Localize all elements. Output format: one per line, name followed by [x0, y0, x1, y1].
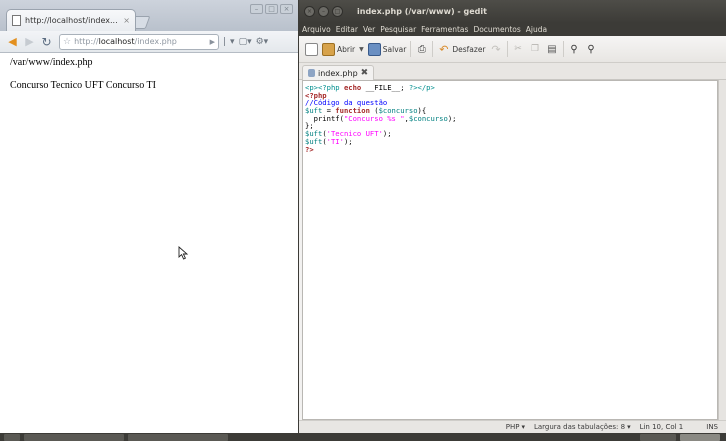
- menu-ver[interactable]: Ver: [363, 25, 375, 34]
- find-replace-icon: ⚲: [587, 43, 595, 55]
- code-line-7: $uft('Tecnico UFT');: [305, 129, 392, 139]
- maximize-icon[interactable]: □: [265, 4, 278, 14]
- status-bar: PHP ▾ Largura das tabulações: 8 ▾ Lin 10, …: [299, 420, 726, 433]
- close-icon[interactable]: ×: [280, 4, 293, 14]
- scissors-icon: ✂: [514, 44, 522, 54]
- page-menu-icon[interactable]: ▢▾: [239, 37, 252, 47]
- taskbar-button[interactable]: [128, 434, 228, 441]
- chevron-down-icon: ▾: [627, 423, 631, 431]
- print-button[interactable]: ⎙: [415, 43, 428, 56]
- output-text: Concurso Tecnico UFT Concurso TI: [10, 80, 156, 91]
- gedit-window: × – □ index.php (/var/www) - gedit Arqui…: [299, 0, 726, 433]
- close-icon[interactable]: ×: [304, 6, 315, 17]
- gedit-toolbar: Abrir ▼ Salvar ⎙ ↶ Desfazer ↷ ✂ ❐ ▤ ⚲ ⚲: [299, 36, 726, 63]
- menu-pesquisar[interactable]: Pesquisar: [380, 25, 416, 34]
- tab-close-icon[interactable]: ×: [123, 16, 130, 25]
- copy-button[interactable]: ❐: [529, 43, 542, 56]
- bottom-panel: [0, 433, 726, 441]
- forward-arrow-icon[interactable]: ▶: [23, 35, 36, 49]
- dropdown-chevron-icon[interactable]: ▾: [230, 37, 235, 47]
- taskbar-button[interactable]: [640, 434, 676, 441]
- document-tab-bar: index.php ✖: [299, 63, 726, 80]
- insert-mode: INS: [706, 423, 718, 431]
- taskbar-button[interactable]: [4, 434, 20, 441]
- language-selector[interactable]: PHP ▾: [506, 423, 525, 431]
- new-button[interactable]: [305, 42, 318, 56]
- code-editor[interactable]: <p><?php echo __FILE__; ?></p> <?php//Cód…: [302, 80, 718, 420]
- browser-toolbar: ◀ ▶ ↻ ☆ http://localhost/index.php ▶ | ▾…: [0, 31, 298, 53]
- code-line-5: printf("Concurso %s ",$concurso);: [305, 113, 457, 123]
- find-button[interactable]: ⚲: [568, 43, 581, 56]
- search-icon: ⚲: [570, 43, 578, 55]
- menu-ferramentas[interactable]: Ferramentas: [421, 25, 468, 34]
- open-label: Abrir: [337, 44, 356, 54]
- address-bar[interactable]: ☆ http://localhost/index.php ▶: [59, 33, 219, 50]
- redo-button[interactable]: ↷: [490, 43, 503, 56]
- taskbar-button[interactable]: [24, 434, 124, 441]
- vertical-scrollbar[interactable]: [718, 80, 726, 420]
- window-title: index.php (/var/www) - gedit: [357, 7, 487, 16]
- folder-icon: [322, 42, 335, 56]
- menu-ajuda[interactable]: Ajuda: [526, 25, 547, 34]
- menu-editar[interactable]: Editar: [336, 25, 358, 34]
- cursor-position: Lin 10, Col 1: [639, 423, 684, 431]
- menu-bar: Arquivo Editar Ver Pesquisar Ferramentas…: [299, 23, 726, 36]
- maximize-icon[interactable]: □: [332, 6, 343, 17]
- undo-icon: ↶: [439, 42, 449, 56]
- minimize-icon[interactable]: –: [250, 4, 263, 14]
- go-arrow-icon[interactable]: ▶: [210, 38, 215, 46]
- gedit-title-bar: × – □ index.php (/var/www) - gedit: [299, 0, 726, 23]
- browser-tab[interactable]: http://localhost/index... ×: [6, 9, 136, 31]
- page-icon: [12, 15, 21, 26]
- tab-width-selector[interactable]: Largura das tabulações: 8 ▾: [534, 423, 631, 431]
- save-button[interactable]: Salvar: [367, 42, 407, 56]
- paste-button[interactable]: ▤: [546, 43, 559, 56]
- undo-button[interactable]: ↶ Desfazer: [437, 43, 485, 56]
- back-arrow-icon[interactable]: ◀: [6, 35, 19, 49]
- browser-window: http://localhost/index... × – □ × ◀ ▶ ↻ …: [0, 0, 298, 433]
- separator: [506, 41, 508, 57]
- new-document-icon: [305, 42, 318, 56]
- url-host: localhost: [98, 37, 135, 46]
- document-tab[interactable]: index.php ✖: [302, 65, 375, 80]
- reload-icon[interactable]: ↻: [40, 35, 53, 49]
- browser-tab-bar: http://localhost/index... × – □ ×: [0, 0, 298, 31]
- taskbar-button[interactable]: [680, 434, 720, 441]
- separator: [432, 41, 434, 57]
- cut-button[interactable]: ✂: [512, 43, 525, 56]
- save-label: Salvar: [382, 44, 407, 54]
- document-icon: [308, 69, 315, 77]
- open-button[interactable]: Abrir: [322, 42, 356, 56]
- code-line-9: ?>: [305, 144, 314, 154]
- menu-arquivo[interactable]: Arquivo: [302, 25, 331, 34]
- menu-documentos[interactable]: Documentos: [473, 25, 520, 34]
- open-dropdown-icon[interactable]: ▼: [359, 46, 364, 53]
- chevron-down-icon: ▾: [521, 423, 525, 431]
- page-content: /var/www/index.php Concurso Tecnico UFT …: [0, 53, 298, 433]
- tab-close-icon[interactable]: ✖: [361, 68, 369, 78]
- code-line-1: <p><?php echo __FILE__; ?></p>: [305, 83, 435, 92]
- clipboard-icon: ▤: [547, 43, 557, 55]
- minimize-icon[interactable]: –: [318, 6, 329, 17]
- mouse-pointer-icon: [178, 246, 189, 260]
- browser-window-controls: – □ ×: [250, 4, 293, 14]
- printer-icon: ⎙: [417, 43, 426, 55]
- undo-label: Desfazer: [452, 44, 486, 54]
- separator: |: [223, 36, 227, 47]
- save-icon: [367, 42, 381, 56]
- url-text: http://localhost/index.php: [74, 37, 177, 46]
- document-tab-label: index.php: [318, 68, 358, 78]
- file-path-text: /var/www/index.php: [10, 57, 93, 68]
- bookmark-star-icon[interactable]: ☆: [63, 37, 71, 47]
- wrench-menu-icon[interactable]: ⚙▾: [256, 37, 269, 47]
- separator: [562, 41, 564, 57]
- browser-tab-title: http://localhost/index...: [25, 16, 118, 25]
- separator: [410, 41, 412, 57]
- code-line-8: $uft('TI');: [305, 136, 353, 146]
- copy-icon: ❐: [530, 44, 540, 54]
- gedit-window-controls: × – □: [304, 6, 343, 17]
- redo-icon: ↷: [491, 42, 501, 56]
- replace-button[interactable]: ⚲: [585, 43, 598, 56]
